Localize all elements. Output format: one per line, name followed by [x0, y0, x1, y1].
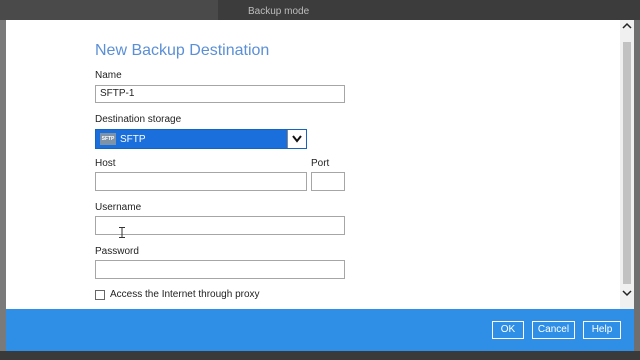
- dialog-title: New Backup Destination: [95, 42, 270, 59]
- name-field[interactable]: SFTP-1: [95, 85, 345, 103]
- chevron-down-icon[interactable]: [287, 130, 306, 148]
- destination-storage-label: Destination storage: [95, 114, 182, 125]
- background-bottom-bar: [0, 351, 640, 360]
- username-label: Username: [95, 202, 142, 213]
- host-field[interactable]: [95, 172, 307, 191]
- port-field[interactable]: [311, 172, 345, 191]
- new-backup-destination-dialog: New Backup Destination Name SFTP-1 Desti…: [6, 20, 634, 309]
- scrollbar-thumb[interactable]: [623, 42, 631, 284]
- ok-button[interactable]: OK: [492, 321, 524, 339]
- password-field[interactable]: [95, 260, 345, 279]
- proxy-checkbox[interactable]: [95, 290, 105, 300]
- username-field[interactable]: [95, 216, 345, 235]
- dialog-footer: OK Cancel Help: [6, 309, 634, 351]
- text-cursor-icon: [119, 227, 125, 238]
- port-label: Port: [311, 158, 330, 169]
- scroll-up-icon[interactable]: [622, 22, 632, 32]
- dialog-scrollbar[interactable]: [620, 20, 634, 309]
- background-window-header: Backup mode: [0, 0, 640, 20]
- background-right-edge: [634, 20, 640, 351]
- cancel-button[interactable]: Cancel: [532, 321, 575, 339]
- scroll-down-icon[interactable]: [622, 289, 632, 299]
- destination-storage-selected: SFTP: [120, 134, 146, 145]
- proxy-checkbox-label: Access the Internet through proxy: [110, 289, 260, 300]
- host-label: Host: [95, 158, 116, 169]
- name-label: Name: [95, 70, 122, 81]
- sftp-icon: SFTP: [100, 133, 116, 145]
- backup-mode-label: Backup mode: [248, 6, 310, 17]
- help-button[interactable]: Help: [583, 321, 621, 339]
- password-label: Password: [95, 246, 139, 257]
- destination-storage-select[interactable]: SFTP SFTP: [95, 129, 307, 149]
- background-left-panel: [0, 0, 218, 20]
